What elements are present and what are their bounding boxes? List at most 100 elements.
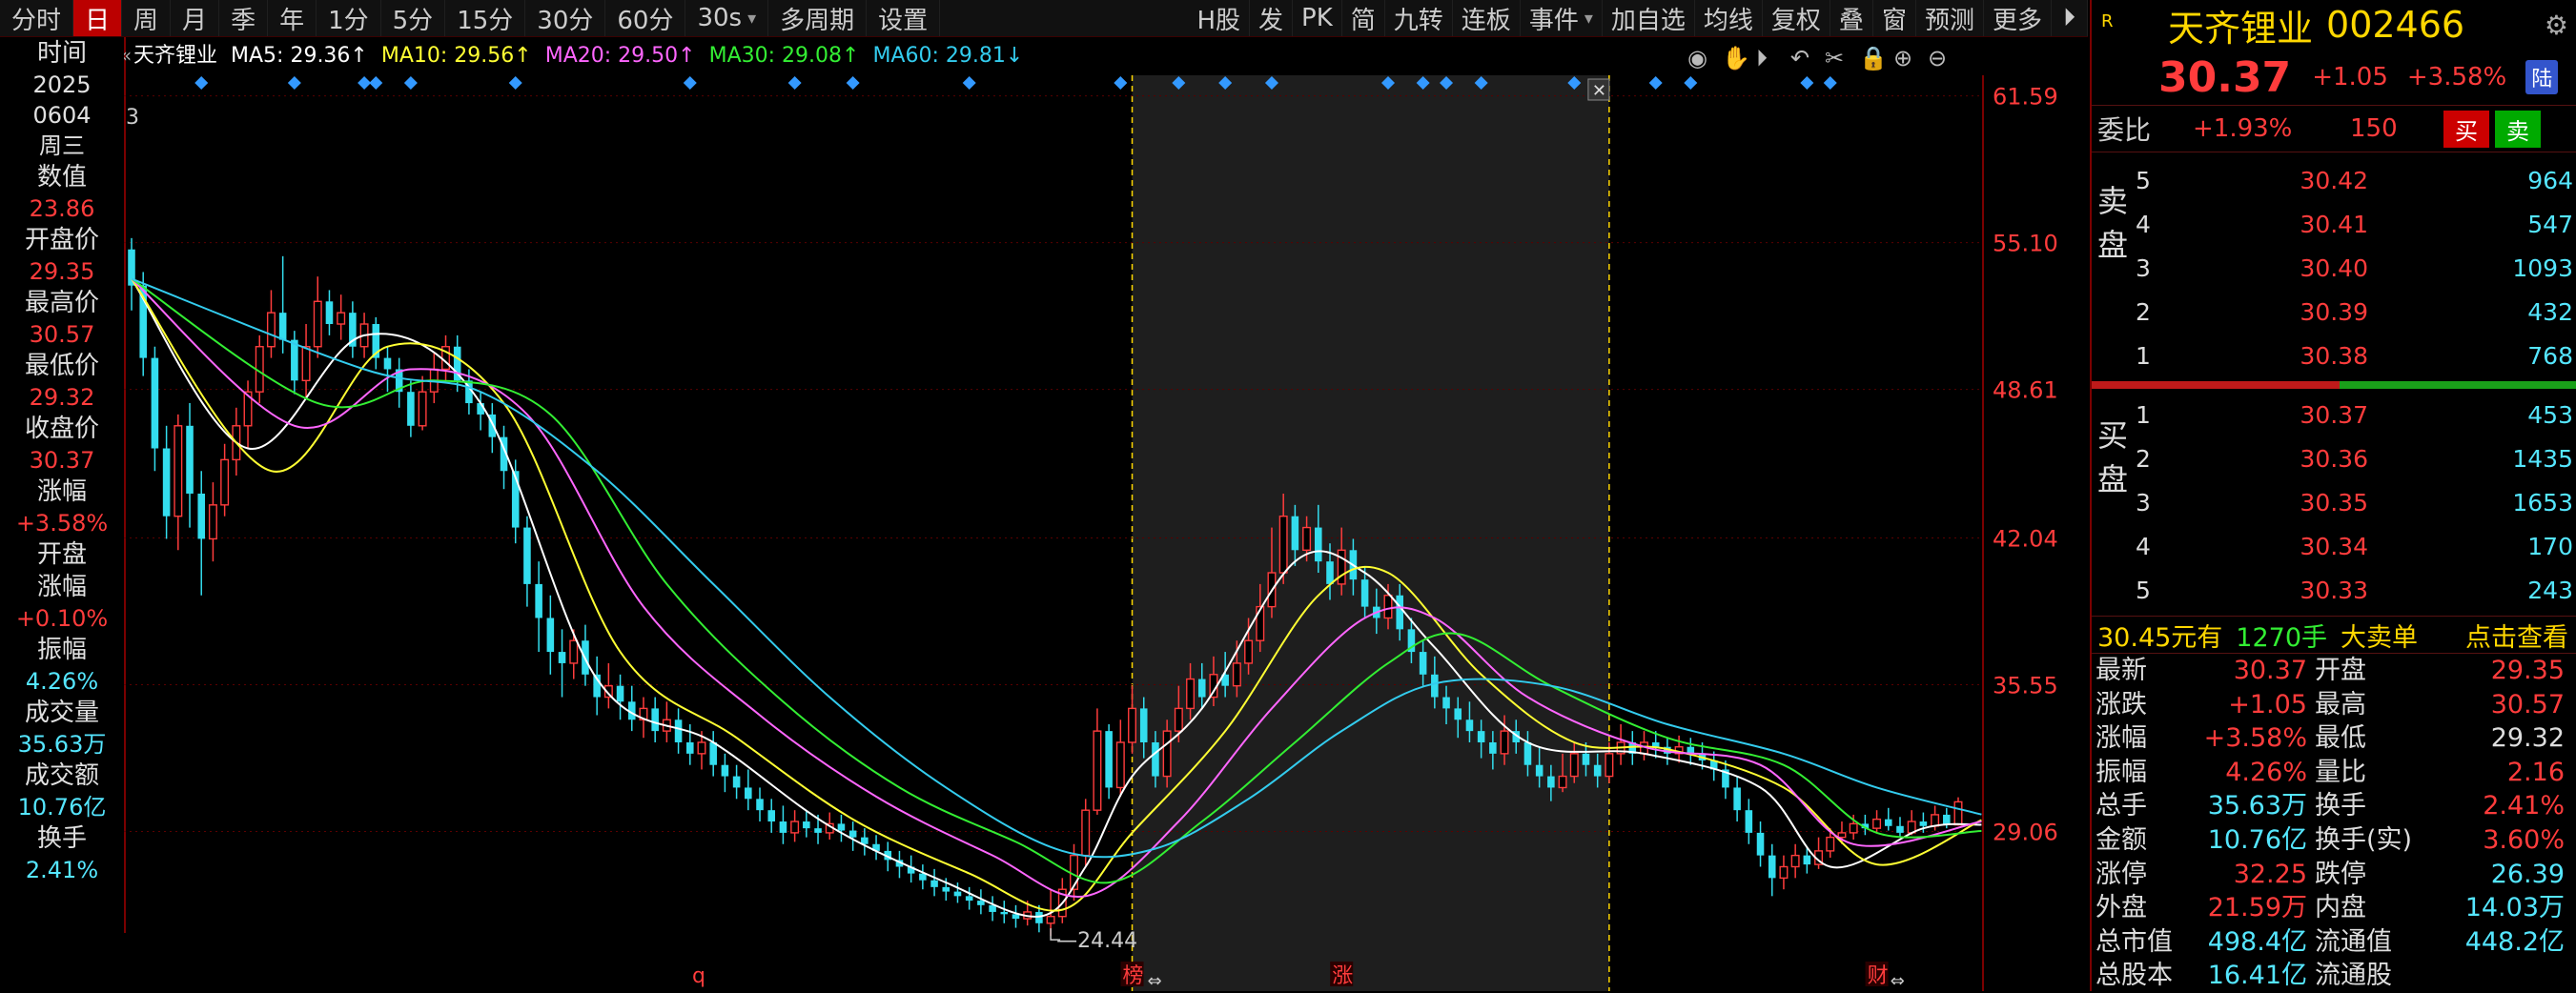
event-diamond-icon[interactable] [1114, 76, 1128, 90]
candle[interactable] [197, 471, 206, 596]
period-tab[interactable]: 15分 [445, 0, 526, 36]
candle[interactable] [803, 810, 810, 838]
book-row[interactable]: 1 30.37 453 [2092, 393, 2576, 436]
period-tab[interactable]: 年 [268, 0, 317, 36]
candle[interactable] [1616, 724, 1625, 765]
candle[interactable] [220, 443, 230, 517]
period-tab[interactable]: 1分 [317, 0, 381, 36]
candle[interactable] [523, 516, 531, 607]
candle[interactable] [895, 850, 904, 879]
tool-tab[interactable]: PK [1293, 0, 1342, 36]
event-diamond-icon[interactable] [683, 76, 697, 90]
candle[interactable] [603, 662, 613, 709]
book-row[interactable]: 3 30.40 1093 [2092, 246, 2576, 290]
tool-tab[interactable]: 连板 [1453, 0, 1521, 36]
candle[interactable] [1756, 821, 1765, 867]
tool-tab[interactable]: 事件 [1521, 0, 1603, 36]
candle[interactable] [162, 425, 171, 539]
tool-tab[interactable]: 预测 [1916, 0, 1984, 36]
event-marker[interactable]: 榜 [1123, 964, 1144, 988]
candle[interactable] [418, 375, 427, 431]
candle[interactable] [767, 799, 775, 833]
big-order-link[interactable]: 点击查看 [2465, 617, 2568, 654]
candle[interactable] [651, 697, 659, 742]
tool-tab[interactable]: 复权 [1763, 0, 1830, 36]
event-diamond-icon[interactable] [358, 76, 372, 90]
candle[interactable] [1953, 797, 1963, 826]
event-diamond-icon[interactable] [1684, 76, 1698, 90]
play-icon[interactable]: ⏵ [1756, 45, 1768, 71]
period-tab[interactable]: 5分 [381, 0, 446, 36]
event-diamond-icon[interactable] [1648, 76, 1663, 90]
event-diamond-icon[interactable] [787, 76, 802, 90]
candle[interactable] [429, 353, 439, 404]
candle[interactable] [1861, 814, 1870, 836]
candle[interactable] [1687, 738, 1695, 765]
candle[interactable] [1105, 724, 1113, 800]
period-tab[interactable]: 30s [685, 0, 769, 36]
tool-tab[interactable]: 加自选 [1603, 0, 1695, 36]
tool-tab[interactable]: 窗 [1873, 0, 1916, 36]
candle[interactable] [977, 889, 985, 915]
candle[interactable] [1779, 855, 1789, 890]
candle[interactable] [546, 595, 555, 675]
candle[interactable] [627, 685, 636, 732]
candle[interactable] [662, 701, 671, 742]
book-row[interactable]: 5 30.33 243 [2092, 568, 2576, 612]
candle[interactable] [861, 828, 869, 856]
candle[interactable] [349, 301, 357, 358]
candle[interactable] [848, 821, 857, 851]
candle[interactable] [1884, 807, 1892, 831]
candle[interactable] [930, 868, 938, 897]
book-row[interactable]: 3 30.35 1653 [2092, 480, 2576, 524]
event-diamond-icon[interactable] [403, 76, 418, 90]
tool-tab[interactable]: 更多 [1984, 0, 2052, 36]
hk-connect-badge[interactable]: 陆 [2525, 60, 2559, 94]
minus-icon[interactable]: ⊖ [1928, 45, 1947, 71]
tool-tab[interactable]: 九转 [1385, 0, 1453, 36]
candle[interactable] [674, 708, 683, 754]
candle[interactable] [1896, 817, 1904, 838]
candle[interactable] [790, 810, 800, 842]
candle[interactable] [291, 331, 298, 395]
candle[interactable] [709, 731, 717, 777]
period-tab[interactable]: 月 [171, 0, 220, 36]
candle[interactable] [266, 290, 276, 358]
period-tab[interactable]: 60分 [605, 0, 686, 36]
lock-icon[interactable]: 🔒 [1859, 45, 1888, 71]
scissors-icon[interactable]: ✂ [1825, 45, 1844, 71]
event-marker[interactable]: 涨 [1332, 964, 1353, 988]
book-row[interactable]: 5 30.42 964 [2092, 158, 2576, 202]
hand-icon[interactable]: ✋ [1722, 45, 1750, 71]
candle[interactable] [243, 380, 253, 449]
candle[interactable] [965, 886, 973, 910]
candle[interactable] [1115, 719, 1125, 797]
candle[interactable] [732, 764, 741, 800]
candle[interactable] [325, 290, 334, 335]
candle[interactable] [441, 334, 450, 381]
event-diamond-icon[interactable] [194, 76, 209, 90]
undo-icon[interactable]: ↶ [1790, 45, 1809, 71]
period-tab[interactable]: 分时 [0, 0, 74, 36]
kline-svg[interactable]: 61.59 55.10 48.61 42.04 35.55 29.06 天齐锂业 MA5: 2… [124, 37, 2088, 991]
period-tab[interactable]: 多周期 [768, 0, 868, 36]
candle[interactable] [779, 805, 787, 844]
collapse-icon[interactable]: ⏵ [2052, 0, 2088, 36]
candle[interactable] [837, 814, 846, 842]
event-diamond-icon[interactable] [1800, 76, 1814, 90]
candle[interactable] [989, 896, 996, 922]
event-marker[interactable]: 财 [1868, 964, 1889, 988]
kline-chart[interactable]: 61.59 55.10 48.61 42.04 35.55 29.06 天齐锂业 MA5: 2… [124, 37, 2088, 991]
period-tab[interactable]: 周 [122, 0, 172, 36]
candle[interactable] [1000, 901, 1009, 923]
period-tab[interactable]: 30分 [525, 0, 606, 36]
eye-icon[interactable]: ◉ [1687, 45, 1707, 71]
gear-icon[interactable]: ⚙ [2545, 10, 2568, 41]
period-tab[interactable]: 季 [219, 0, 269, 36]
book-row[interactable]: 2 30.39 432 [2092, 290, 2576, 334]
period-tab[interactable]: 设置 [867, 0, 941, 36]
event-diamond-icon[interactable] [369, 76, 383, 90]
candle[interactable] [383, 346, 392, 393]
book-row[interactable]: 4 30.34 170 [2092, 524, 2576, 568]
sell-button[interactable]: 卖 [2495, 110, 2541, 148]
